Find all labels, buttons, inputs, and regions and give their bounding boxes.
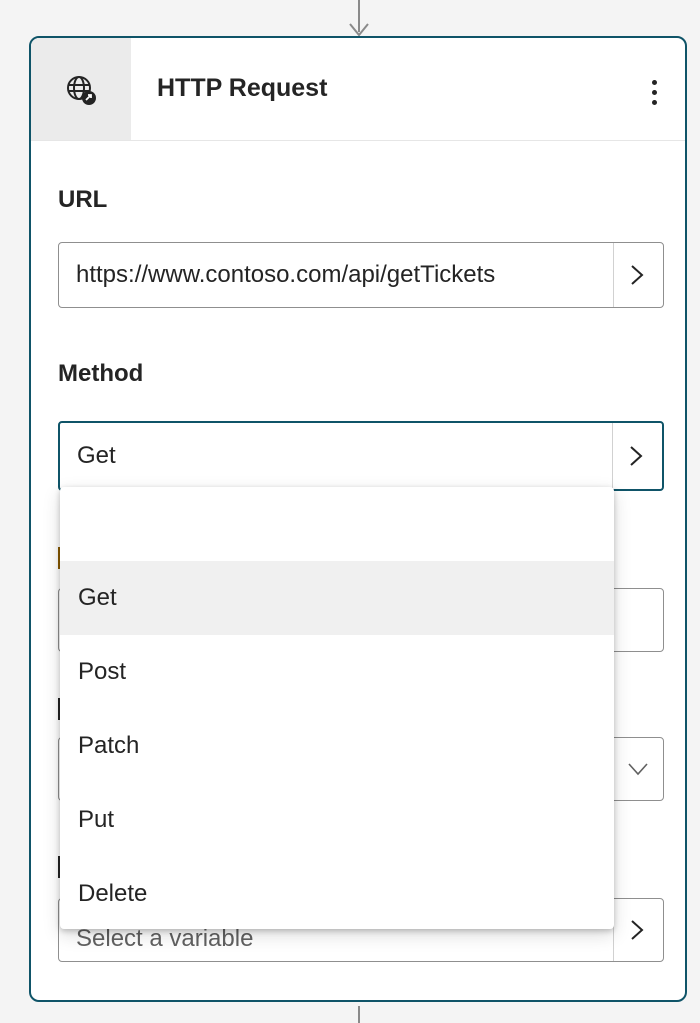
dropdown-option-delete[interactable]: Delete — [60, 857, 614, 931]
url-label: URL — [58, 186, 108, 213]
more-dot — [652, 90, 657, 95]
chevron-right-icon — [631, 920, 644, 940]
method-label: Method — [58, 360, 144, 387]
node-title: HTTP Request — [157, 74, 328, 102]
chevron-down-icon — [628, 763, 648, 776]
body-expand-button[interactable] — [613, 738, 663, 800]
method-select[interactable]: Get — [58, 421, 664, 491]
more-options-button[interactable] — [639, 74, 669, 110]
dropdown-option-patch[interactable]: Patch — [60, 709, 614, 783]
url-value: https://www.contoso.com/api/getTickets — [76, 261, 496, 288]
save-expand-button[interactable] — [613, 899, 663, 961]
connector-line-bottom — [358, 1006, 360, 1023]
dropdown-option-post[interactable]: Post — [60, 635, 614, 709]
chevron-right-icon — [631, 265, 644, 285]
more-dot — [652, 100, 657, 105]
node-icon-box — [31, 38, 131, 140]
chevron-right-icon — [630, 446, 643, 466]
globe-icon — [67, 76, 96, 105]
method-expand-button[interactable] — [612, 423, 662, 489]
arrow-down-icon — [349, 23, 369, 37]
node-header: HTTP Request — [31, 38, 685, 141]
dropdown-option-get[interactable]: Get — [60, 561, 614, 635]
method-dropdown-list: Get Post Patch Put Delete — [60, 487, 614, 929]
method-value: Get — [77, 442, 116, 469]
dropdown-option-put[interactable]: Put — [60, 783, 614, 857]
more-vertical-icon — [652, 80, 657, 85]
url-input[interactable]: https://www.contoso.com/api/getTickets — [58, 242, 664, 308]
url-expand-button[interactable] — [613, 243, 663, 307]
